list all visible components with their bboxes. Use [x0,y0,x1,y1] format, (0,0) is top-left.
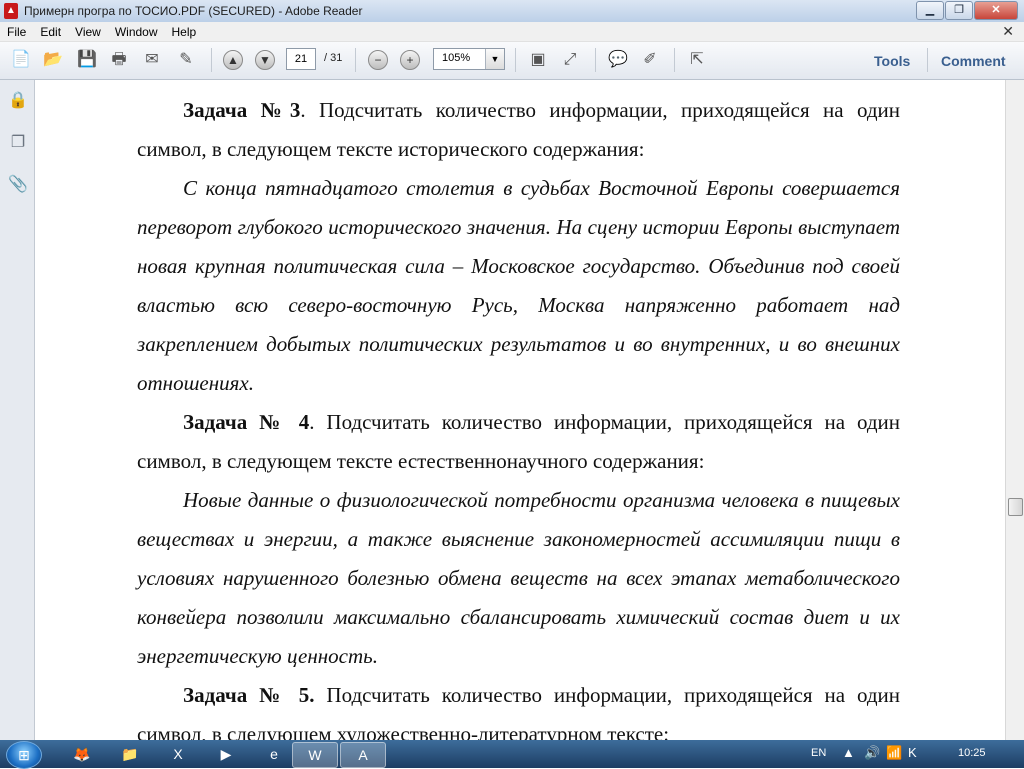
chevron-down-icon[interactable]: ▼ [485,49,504,69]
menu-bar: File Edit View Window Help ✕ [0,22,1024,42]
toolbar-separator [595,48,596,72]
show-hidden-icons-icon[interactable]: ▲ [842,745,855,760]
task-4-quote: Новые данные о физиологической потребнос… [137,488,900,668]
page-number-input[interactable]: 21 [286,48,316,70]
antivirus-icon[interactable]: K [908,745,917,760]
email-icon[interactable]: ✉ [141,49,163,71]
create-pdf-icon[interactable]: 📄 [10,49,32,71]
lock-icon[interactable]: 🔒 [8,90,28,112]
explorer-icon[interactable]: 📁 [108,742,152,766]
highlight-icon[interactable]: ✐ [639,49,661,71]
page-total: / 31 [324,52,343,64]
previous-page-icon[interactable]: ▲ [223,50,243,70]
menu-help[interactable]: Help [165,25,204,39]
volume-icon[interactable]: 🔊 [864,745,880,761]
zoom-select[interactable]: 105% ▼ [433,48,505,70]
scrollbar-thumb[interactable] [1008,498,1023,516]
navigation-pane: 🔒 ❐ 📎 [0,80,35,740]
task-5-label: Задача № 5. [183,683,315,707]
close-document-icon[interactable]: ✕ [1002,23,1014,40]
toolbar-separator [927,48,928,72]
maximize-button[interactable]: ❐ [945,1,973,20]
taskbar: ⊞ 🦊 📁 X ▶ e W A EN ▲ 🔊 📶 K 10:25 [0,740,1024,769]
close-button[interactable]: ✕ [974,1,1018,20]
attachment-icon[interactable]: 📎 [8,174,28,196]
menu-file[interactable]: File [0,25,33,39]
media-player-icon[interactable]: ▶ [204,742,248,766]
print-icon[interactable]: 🖶 [108,49,130,71]
adobe-reader-taskbar-icon[interactable]: A [340,742,386,768]
language-indicator[interactable]: EN [811,747,826,759]
comment-button[interactable]: Comment [941,53,1006,69]
sign-icon[interactable]: ✎ [175,49,197,71]
zoom-value: 105% [442,52,471,64]
document-page: Задача №3. Подсчитать количество информа… [137,91,900,740]
read-mode-icon[interactable]: ⇱ [686,49,708,71]
toolbar-separator [515,48,516,72]
zoom-out-icon[interactable]: − [368,50,388,70]
fit-page-icon[interactable]: ▣ [527,49,549,71]
zoom-in-icon[interactable]: + [400,50,420,70]
word-icon[interactable]: W [292,742,338,768]
excel-icon[interactable]: X [156,742,200,766]
window-title: Примерн програ по ТОСИО.PDF (SECURED) - … [24,4,363,18]
clock[interactable]: 10:25 [958,747,986,759]
network-icon[interactable]: 📶 [886,745,902,761]
menu-window[interactable]: Window [108,25,165,39]
toolbar-separator [211,48,212,72]
vertical-scrollbar[interactable] [1005,80,1024,740]
minimize-button[interactable]: ▁ [916,1,944,20]
tools-button[interactable]: Tools [874,53,910,69]
pages-icon[interactable]: ❐ [8,132,28,154]
next-page-icon[interactable]: ▼ [255,50,275,70]
document-view: Задача №3. Подсчитать количество информа… [35,80,1006,740]
open-icon[interactable]: 📂 [42,49,64,71]
task-4-paragraph: Задача № 4. Подсчитать количество информ… [137,403,900,481]
task-3-quote: С конца пятнадцатого столетия в судьбах … [137,176,900,395]
task-3-label: Задача №3 [183,98,301,122]
fit-width-icon[interactable]: ⤢ [559,49,581,71]
save-icon[interactable]: 💾 [76,49,98,71]
menu-view[interactable]: View [68,25,108,39]
task-3-paragraph: Задача №3. Подсчитать количество информа… [137,91,900,169]
internet-explorer-icon[interactable]: e [252,742,296,766]
task-5-paragraph: Задача № 5. Подсчитать количество информ… [137,676,900,740]
window-controls: ▁ ❐ ✕ [915,1,1018,20]
menu-edit[interactable]: Edit [33,25,68,39]
toolbar-separator [674,48,675,72]
adobe-reader-icon: ▲ [4,3,18,19]
firefox-icon[interactable]: 🦊 [60,742,104,766]
toolbar: 📄 📂 💾 🖶 ✉ ✎ ▲ ▼ − + ▣ ⤢ 💬 ✐ ⇱ [0,42,1024,80]
toolbar-separator [355,48,356,72]
start-button[interactable]: ⊞ [6,741,42,769]
sticky-note-icon[interactable]: 💬 [607,49,629,71]
title-bar: ▲ Примерн програ по ТОСИО.PDF (SECURED) … [0,0,1024,23]
task-4-label: Задача № 4 [183,410,310,434]
